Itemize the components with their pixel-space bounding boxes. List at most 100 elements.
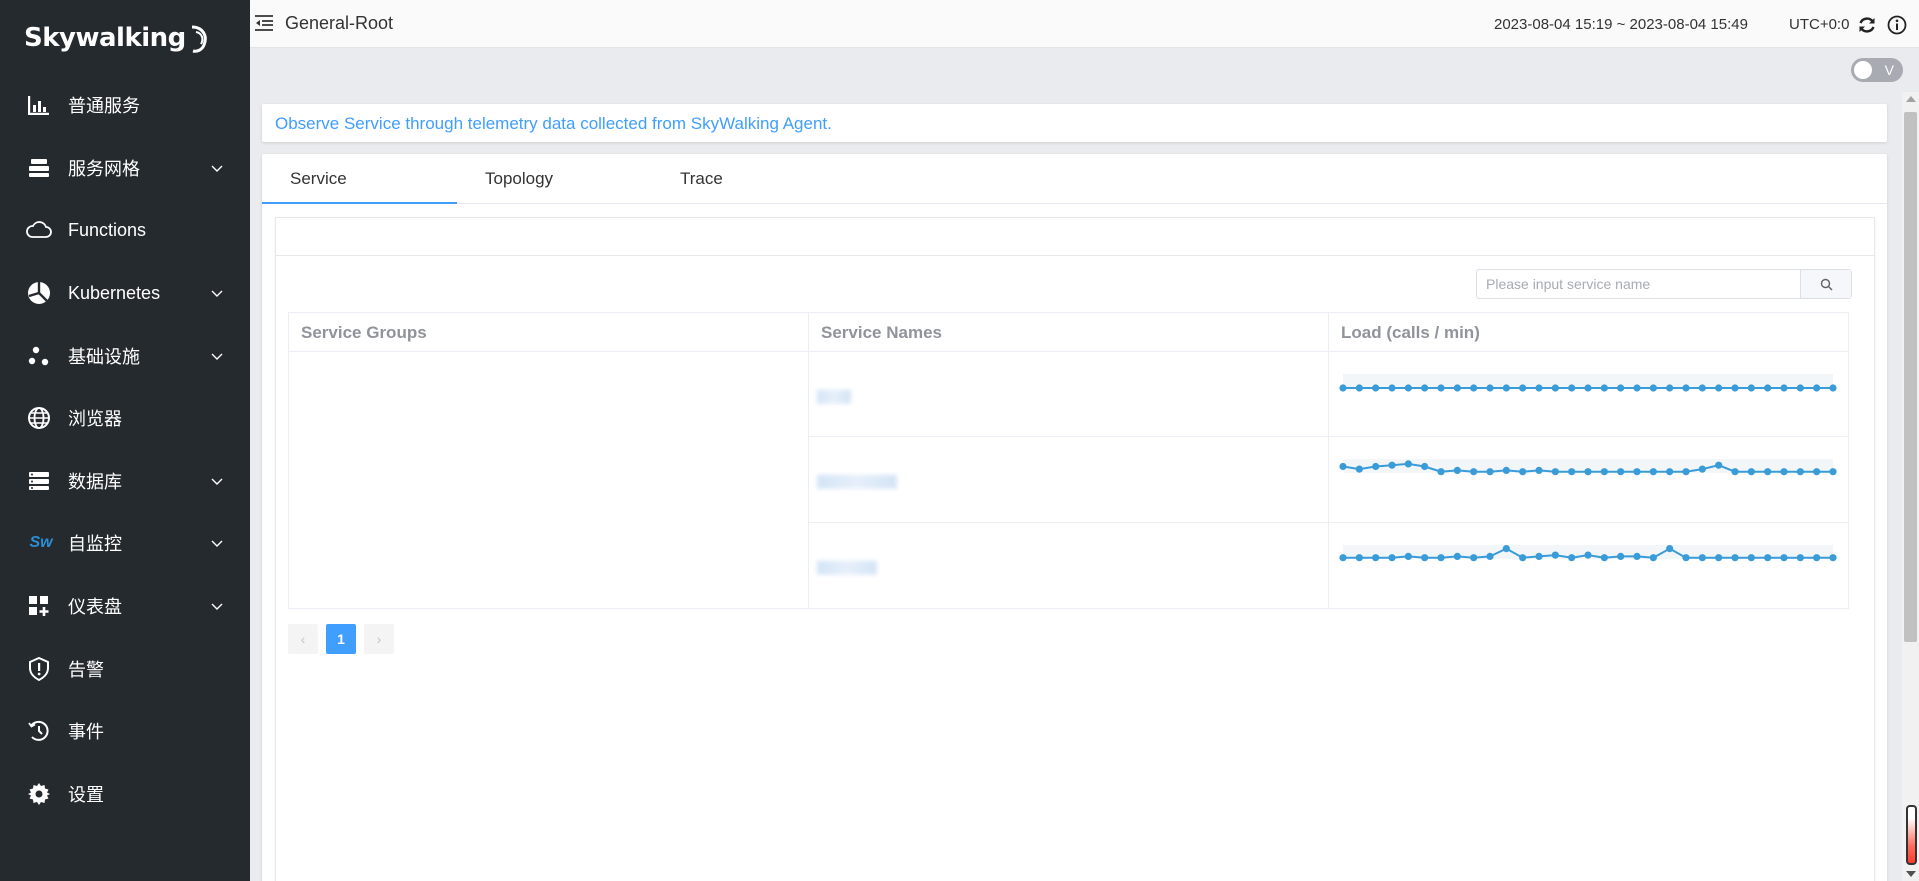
redacted-service-name[interactable] [817, 475, 897, 490]
sparkline-point[interactable] [1600, 553, 1608, 561]
sparkline-point[interactable] [1519, 468, 1527, 476]
sparkline-point[interactable] [1698, 553, 1706, 561]
sparkline-point[interactable] [1355, 553, 1363, 561]
sparkline-point[interactable] [1682, 553, 1690, 561]
search-button[interactable] [1800, 270, 1851, 298]
table-row[interactable] [809, 437, 1848, 523]
sidebar-item-general-service[interactable]: 普通服务 [0, 74, 250, 137]
sidebar-item-dashboard[interactable]: 仪表盘 [0, 575, 250, 638]
sparkline-point[interactable] [1535, 467, 1543, 475]
sparkline-point[interactable] [1747, 553, 1755, 561]
tab-trace[interactable]: Trace [652, 154, 847, 204]
sparkline-point[interactable] [1747, 468, 1755, 476]
redacted-service-name[interactable] [817, 389, 851, 404]
sparkline-point[interactable] [1339, 553, 1347, 561]
sparkline-point[interactable] [1372, 553, 1380, 561]
sidebar-item-events[interactable]: 事件 [0, 700, 250, 763]
sparkline-point[interactable] [1813, 384, 1821, 392]
sparkline-point[interactable] [1372, 384, 1380, 392]
table-row[interactable] [809, 352, 1848, 438]
sparkline-point[interactable] [1568, 384, 1576, 392]
sparkline-point[interactable] [1551, 551, 1559, 559]
sparkline-point[interactable] [1715, 384, 1723, 392]
sparkline-point[interactable] [1535, 384, 1543, 392]
sparkline-point[interactable] [1666, 384, 1674, 392]
sparkline-point[interactable] [1633, 384, 1641, 392]
sparkline-point[interactable] [1437, 384, 1445, 392]
sidebar-item-browser[interactable]: 浏览器 [0, 387, 250, 450]
sparkline-point[interactable] [1617, 468, 1625, 476]
sidebar-item-kubernetes[interactable]: Kubernetes [0, 262, 250, 325]
sparkline-point[interactable] [1666, 544, 1674, 552]
sparkline-point[interactable] [1355, 384, 1363, 392]
timezone-label[interactable]: UTC+0:0 [1789, 16, 1849, 33]
sparkline-point[interactable] [1731, 468, 1739, 476]
sparkline-point[interactable] [1633, 468, 1641, 476]
sparkline-point[interactable] [1421, 384, 1429, 392]
sparkline-point[interactable] [1633, 552, 1641, 560]
sparkline-point[interactable] [1600, 384, 1608, 392]
sparkline-point[interactable] [1731, 384, 1739, 392]
sparkline-point[interactable] [1535, 552, 1543, 560]
sparkline-point[interactable] [1421, 463, 1429, 471]
tab-service[interactable]: Service [262, 154, 457, 204]
sparkline-point[interactable] [1780, 553, 1788, 561]
sparkline-point[interactable] [1780, 468, 1788, 476]
sparkline-point[interactable] [1502, 544, 1510, 552]
redacted-service-name[interactable] [817, 561, 877, 576]
sparkline-point[interactable] [1813, 553, 1821, 561]
sparkline-point[interactable] [1470, 553, 1478, 561]
scroll-up-arrow-icon[interactable] [1906, 96, 1916, 102]
table-row[interactable] [809, 522, 1848, 608]
sparkline-point[interactable] [1421, 553, 1429, 561]
sparkline-point[interactable] [1388, 461, 1396, 470]
sparkline-point[interactable] [1584, 468, 1592, 476]
sparkline-point[interactable] [1649, 553, 1657, 561]
sparkline-point[interactable] [1829, 553, 1837, 561]
sparkline-point[interactable] [1388, 384, 1396, 392]
menu-fold-icon[interactable] [254, 14, 274, 32]
skywalking-logo[interactable]: Skywalking [24, 18, 210, 58]
sparkline-point[interactable] [1551, 468, 1559, 476]
sparkline-point[interactable] [1404, 552, 1412, 560]
vertical-scrollbar[interactable] [1902, 92, 1919, 881]
sidebar-item-alerting[interactable]: 告警 [0, 637, 250, 700]
sparkline-point[interactable] [1715, 461, 1723, 470]
sparkline-point[interactable] [1502, 467, 1510, 475]
refresh-icon[interactable] [1857, 15, 1877, 35]
sparkline-point[interactable] [1617, 384, 1625, 392]
sparkline-point[interactable] [1453, 467, 1461, 475]
sparkline-point[interactable] [1698, 465, 1706, 473]
sparkline-point[interactable] [1584, 551, 1592, 559]
sparkline-point[interactable] [1519, 553, 1527, 561]
sparkline-point[interactable] [1519, 384, 1527, 392]
sparkline-point[interactable] [1764, 553, 1772, 561]
sparkline-point[interactable] [1682, 468, 1690, 476]
sparkline-point[interactable] [1796, 553, 1804, 561]
sparkline-point[interactable] [1470, 468, 1478, 476]
sidebar-item-functions[interactable]: Functions [0, 199, 250, 262]
sparkline-point[interactable] [1453, 552, 1461, 560]
sparkline-point[interactable] [1470, 384, 1478, 392]
sparkline-point[interactable] [1796, 384, 1804, 392]
edit-mode-switch[interactable]: V [1851, 58, 1903, 82]
page-number-button[interactable]: 1 [326, 624, 356, 654]
sparkline-point[interactable] [1796, 468, 1804, 476]
scroll-thumb[interactable] [1904, 112, 1917, 642]
prev-page-button[interactable]: ‹ [288, 624, 318, 654]
sparkline-point[interactable] [1715, 553, 1723, 561]
sparkline-point[interactable] [1666, 468, 1674, 476]
sparkline-point[interactable] [1568, 553, 1576, 561]
next-page-button[interactable]: › [364, 624, 394, 654]
sparkline-point[interactable] [1649, 468, 1657, 476]
sparkline-point[interactable] [1404, 460, 1412, 468]
service-name-cell[interactable] [809, 522, 1329, 608]
sidebar-item-self-observability[interactable]: Sw 自监控 [0, 512, 250, 575]
sparkline-point[interactable] [1780, 384, 1788, 392]
sparkline-point[interactable] [1731, 553, 1739, 561]
sparkline-point[interactable] [1404, 384, 1412, 392]
sparkline-point[interactable] [1339, 463, 1347, 471]
sparkline-point[interactable] [1486, 468, 1494, 476]
sparkline-point[interactable] [1551, 384, 1559, 392]
service-search-input[interactable] [1477, 270, 1801, 298]
